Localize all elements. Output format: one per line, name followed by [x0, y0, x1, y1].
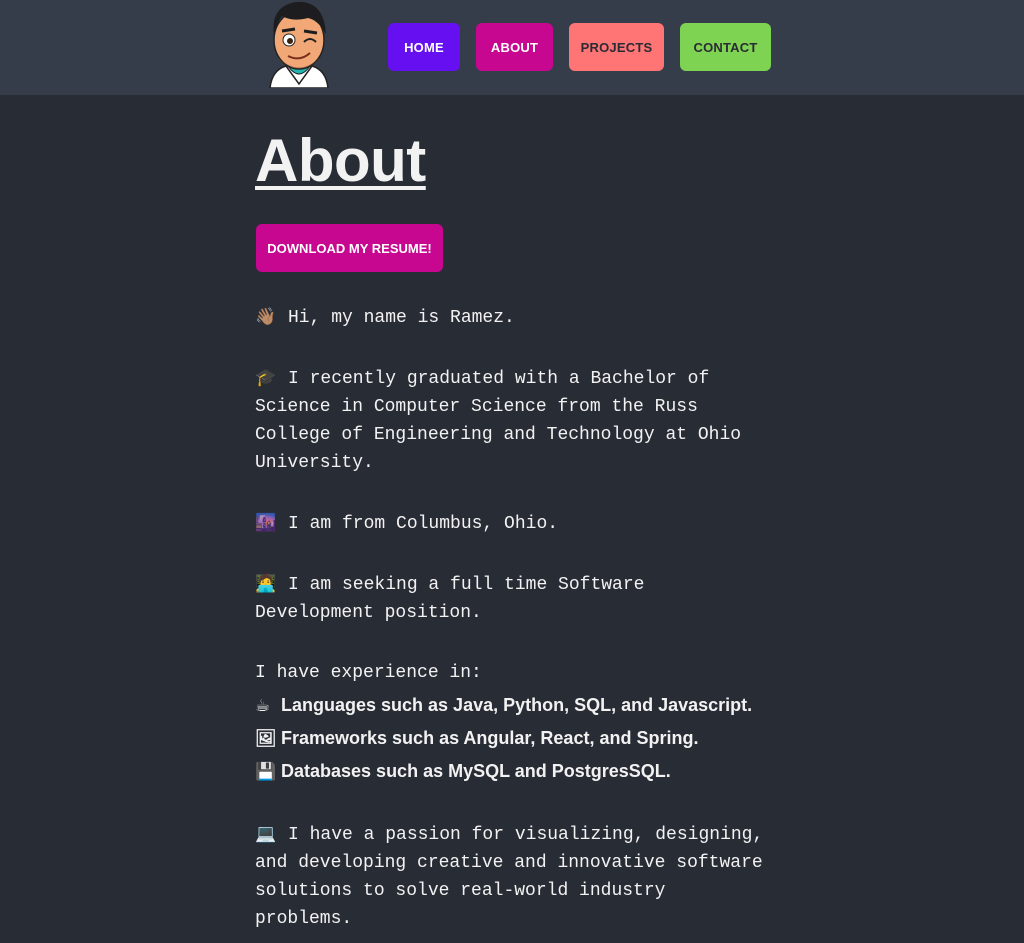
page-title: About	[255, 127, 426, 194]
list-item: ☕ Languages such as Java, Python, SQL, an…	[255, 689, 770, 722]
technologist-icon: 🧑‍💻	[255, 574, 277, 594]
location-paragraph: 🌆 I am from Columbus, Ohio.	[255, 509, 770, 538]
download-resume-button[interactable]: DOWNLOAD MY RESUME!	[256, 224, 443, 272]
coffee-icon: ☕	[255, 696, 271, 716]
framed-picture-icon: 🖼	[255, 729, 277, 749]
nav-projects-button[interactable]: PROJECTS	[569, 23, 664, 71]
greeting-paragraph: 👋🏽 Hi, my name is Ramez.	[255, 303, 770, 332]
avatar[interactable]	[262, 0, 336, 88]
nav-home-button[interactable]: HOME	[388, 23, 460, 71]
greeting-text: Hi, my name is Ramez.	[288, 308, 515, 328]
seeking-paragraph: 🧑‍💻 I am seeking a full time Software Dev…	[255, 570, 770, 627]
experience-intro: I have experience in:	[255, 663, 482, 683]
passion-text: I have a passion for visualizing, design…	[255, 825, 764, 929]
floppy-disk-icon: 💾	[255, 762, 277, 782]
graduation-cap-icon: 🎓	[255, 368, 277, 388]
top-nav-bar: HOME ABOUT PROJECTS CONTACT	[0, 0, 1024, 95]
seeking-text: I am seeking a full time Software Develo…	[255, 575, 645, 623]
laptop-icon: 💻	[255, 824, 277, 844]
education-text: I recently graduated with a Bachelor of …	[255, 369, 742, 473]
cityscape-icon: 🌆	[255, 513, 277, 533]
list-item: 🖼 Frameworks such as Angular, React, and …	[255, 722, 770, 755]
passion-paragraph: 💻 I have a passion for visualizing, desig…	[255, 820, 770, 933]
nav-contact-button[interactable]: CONTACT	[680, 23, 771, 71]
waving-hand-icon: 👋🏽	[255, 307, 277, 327]
experience-list: ☕ Languages such as Java, Python, SQL, an…	[255, 689, 770, 788]
location-text: I am from Columbus, Ohio.	[288, 514, 559, 534]
list-item: 💾 Databases such as MySQL and PostgresSQL…	[255, 755, 770, 788]
about-content: 👋🏽 Hi, my name is Ramez. 🎓 I recently grad…	[255, 303, 770, 933]
education-paragraph: 🎓 I recently graduated with a Bachelor of…	[255, 364, 770, 477]
nav-about-button[interactable]: ABOUT	[476, 23, 553, 71]
